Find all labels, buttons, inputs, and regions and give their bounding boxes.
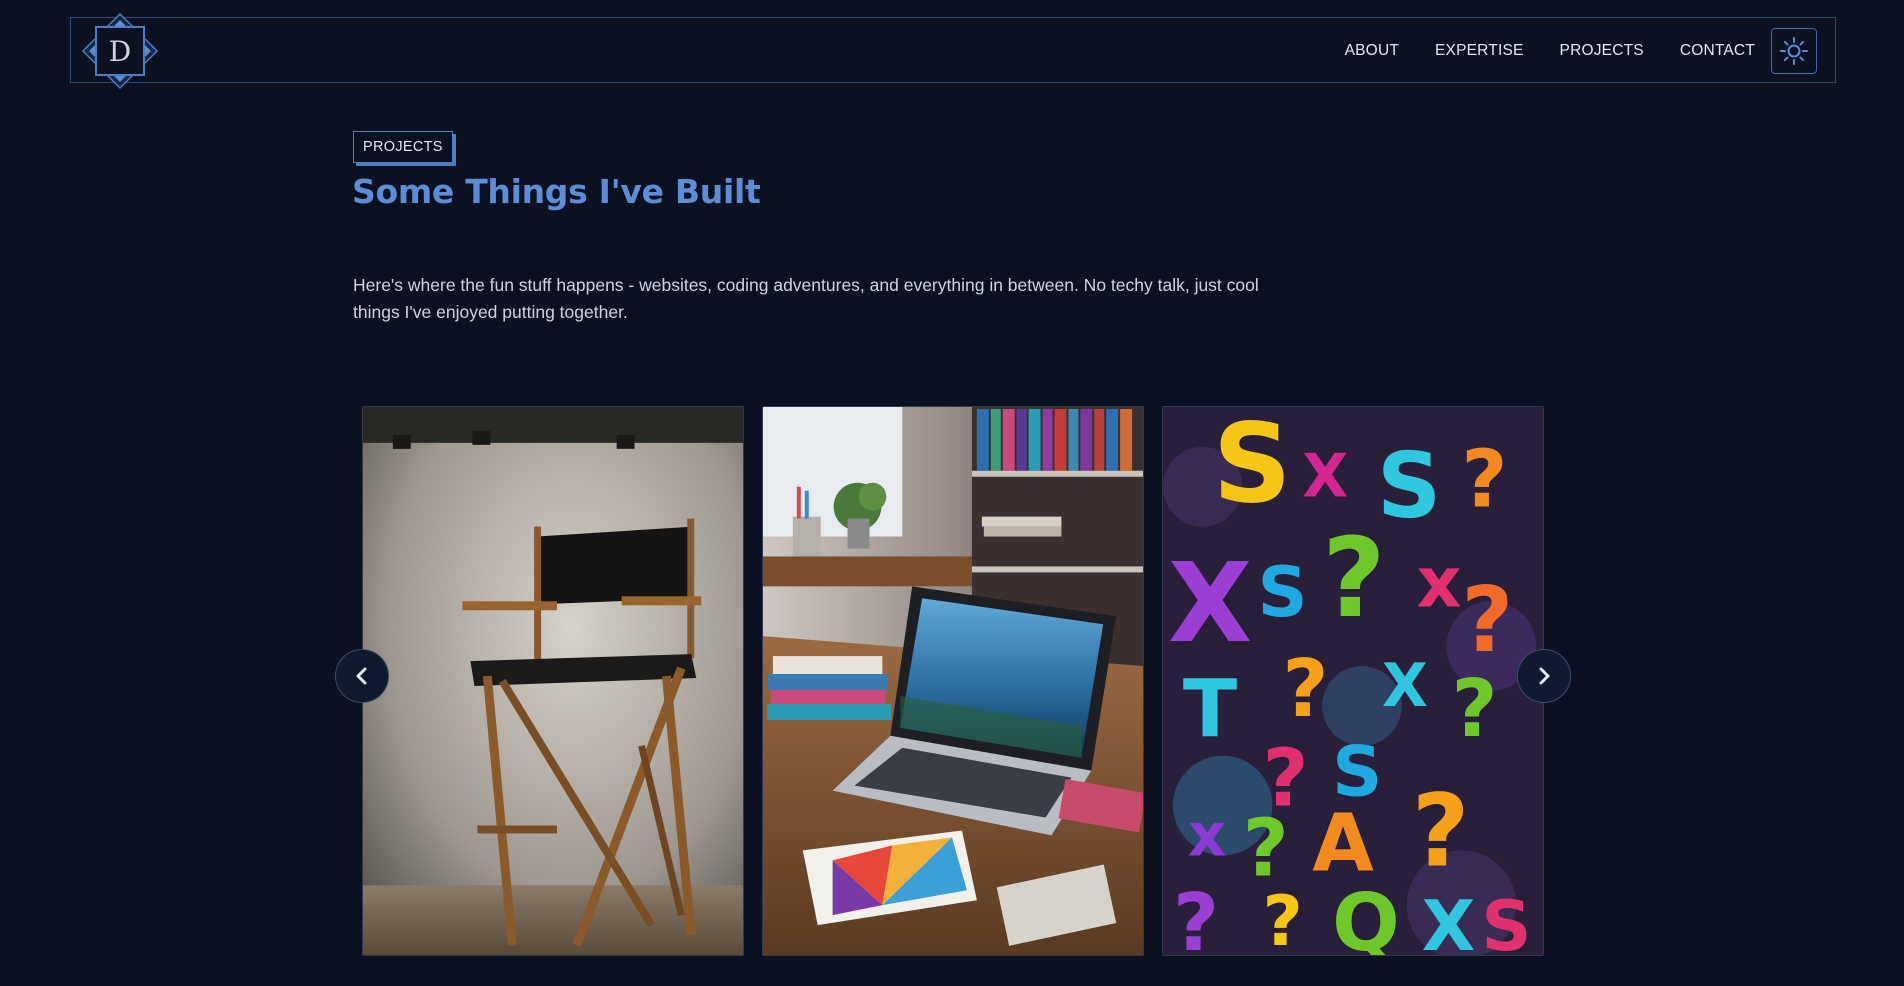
carousel-next-button[interactable] [1517,649,1571,703]
carousel-prev-button[interactable] [335,649,389,703]
project-card[interactable] [362,406,744,956]
main-nav: ABOUT EXPERTISE PROJECTS CONTACT [1345,18,1755,84]
svg-text:S: S [1213,407,1292,528]
svg-text:?: ? [1262,881,1302,955]
sun-icon [1780,37,1808,65]
site-header: D ABOUT EXPERTISE PROJECTS CONTACT [70,12,1836,90]
svg-text:x: x [1188,801,1227,870]
project-card[interactable]: S X S ? X S ? x ? T ? X ? ? S x ? A ? ? … [1162,406,1544,956]
svg-text:?: ? [1461,569,1513,673]
nav-contact[interactable]: CONTACT [1680,42,1755,60]
svg-text:Q: Q [1332,876,1400,955]
svg-text:?: ? [1451,662,1497,755]
projects-carousel: S X S ? X S ? x ? T ? X ? ? S x ? A ? ? … [335,406,1571,956]
section-description: Here's where the fun stuff happens - web… [353,275,1259,322]
directors-chair-photo [363,407,743,955]
colorful-puzzle-letters-photo: S X S ? X S ? x ? T ? X ? ? S x ? A ? ? … [1163,407,1543,955]
svg-text:?: ? [1412,774,1470,889]
theme-toggle-button[interactable] [1771,28,1817,74]
logo-letter: D [108,34,132,68]
svg-text:x: x [1417,542,1462,623]
section-title: Some Things I've Built [352,172,761,211]
svg-text:T: T [1183,662,1237,755]
site-logo[interactable]: D [79,10,161,92]
svg-text:X: X [1168,539,1252,667]
laptop-desk-photo [763,407,1143,955]
svg-text:X: X [1422,886,1476,955]
section-badge: PROJECTS [353,131,453,163]
svg-text:?: ? [1461,433,1507,526]
chevron-right-icon [1539,667,1550,685]
project-card[interactable] [762,406,1144,956]
svg-text:?: ? [1173,876,1219,955]
nav-expertise[interactable]: EXPERTISE [1435,42,1524,60]
svg-text:?: ? [1282,642,1328,735]
svg-text:S: S [1258,552,1308,633]
nav-projects[interactable]: PROJECTS [1560,42,1644,60]
svg-text:S: S [1377,435,1441,539]
svg-text:?: ? [1322,514,1385,642]
svg-text:X: X [1302,443,1348,512]
nav-about[interactable]: ABOUT [1345,42,1399,60]
chevron-left-icon [356,667,367,685]
svg-text:S: S [1481,886,1531,955]
svg-text:X: X [1382,652,1428,721]
